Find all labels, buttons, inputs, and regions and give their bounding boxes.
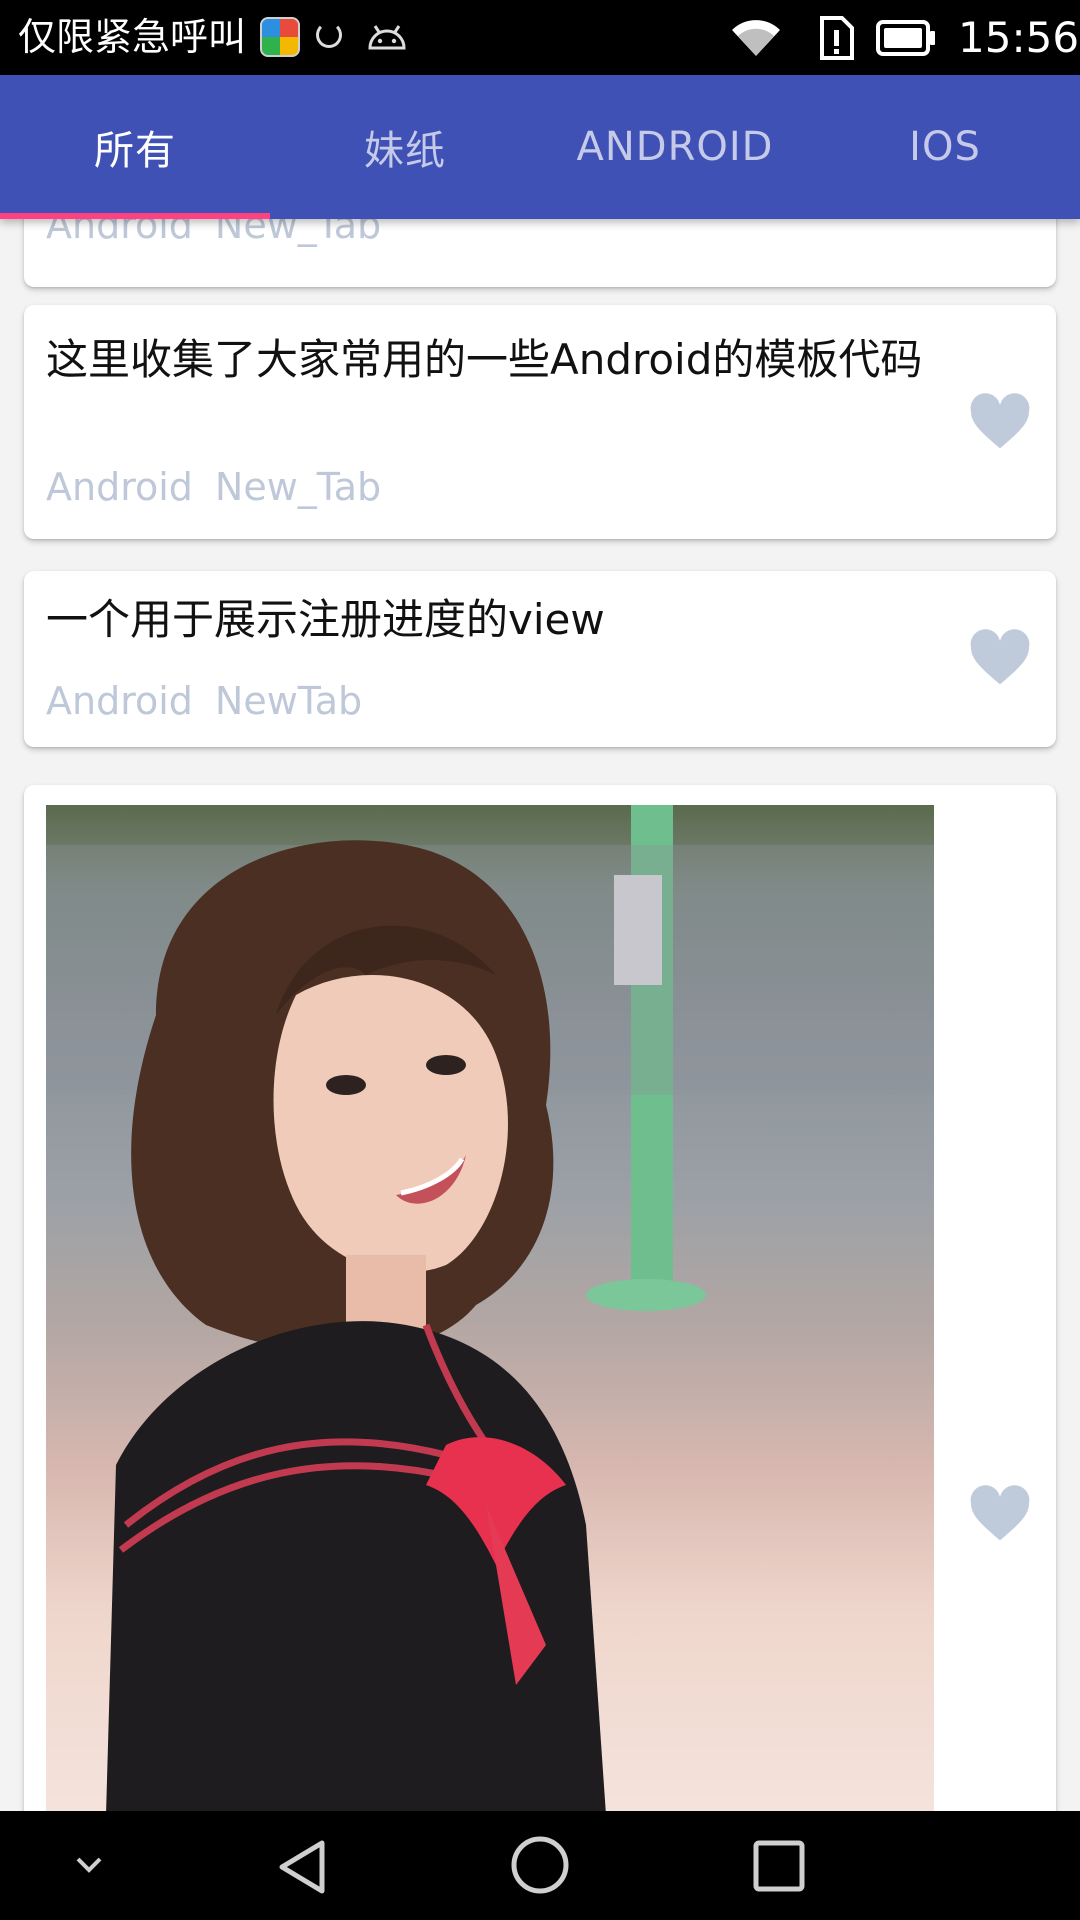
- navigation-bar: [0, 1811, 1080, 1920]
- card-tags: Android New_Tab: [46, 465, 403, 509]
- home-icon[interactable]: [510, 1835, 570, 1895]
- carrier-text: 仅限紧急呼叫: [18, 15, 247, 59]
- list-item[interactable]: 这里收集了大家常用的一些Android的模板代码 Android New_Tab: [24, 305, 1056, 539]
- chevron-down-icon[interactable]: [74, 1855, 104, 1875]
- android-debug-icon: [368, 25, 406, 50]
- tab-bar: 所有 妹纸 ANDROID IOS: [0, 75, 1080, 219]
- tab-ios[interactable]: IOS: [810, 75, 1080, 219]
- battery-icon: [876, 20, 935, 56]
- card-title: 这里收集了大家常用的一些Android的模板代码: [46, 335, 923, 384]
- heart-icon[interactable]: [968, 393, 1032, 451]
- heart-icon[interactable]: [968, 1485, 1032, 1543]
- tag: NewTab: [214, 679, 363, 723]
- status-bar: 仅限紧急呼叫 15:56: [0, 0, 1080, 75]
- feed-list[interactable]: Android New_Tab 这里收集了大家常用的一些Android的模板代码 …: [0, 219, 1080, 1811]
- list-item[interactable]: [24, 785, 1056, 1811]
- recents-icon[interactable]: [752, 1839, 806, 1893]
- tag: Android: [46, 679, 193, 723]
- tab-android[interactable]: ANDROID: [540, 75, 810, 219]
- card-tags: Android New_Tab: [46, 219, 403, 247]
- tag: Android: [46, 465, 193, 509]
- list-item[interactable]: Android New_Tab: [24, 219, 1056, 287]
- heart-icon[interactable]: [968, 629, 1032, 687]
- wifi-icon: [732, 20, 780, 56]
- tab-indicator: [0, 213, 270, 219]
- card-tags: Android NewTab: [46, 679, 384, 723]
- list-item[interactable]: 一个用于展示注册进度的view Android NewTab: [24, 571, 1056, 747]
- tab-girls[interactable]: 妹纸: [270, 75, 540, 219]
- back-icon[interactable]: [274, 1837, 330, 1897]
- app-icon: [260, 17, 300, 57]
- tag: Android: [46, 219, 193, 247]
- sync-icon: [316, 22, 342, 48]
- tag: New_Tab: [214, 219, 382, 247]
- clock-time: 15:56: [958, 13, 1080, 62]
- tag: New_Tab: [214, 465, 382, 509]
- photo-illustration: [46, 805, 934, 1811]
- tab-all[interactable]: 所有: [0, 75, 270, 219]
- sim-icon: [820, 16, 854, 60]
- girl-photo[interactable]: [46, 805, 934, 1811]
- card-title: 一个用于展示注册进度的view: [46, 595, 605, 644]
